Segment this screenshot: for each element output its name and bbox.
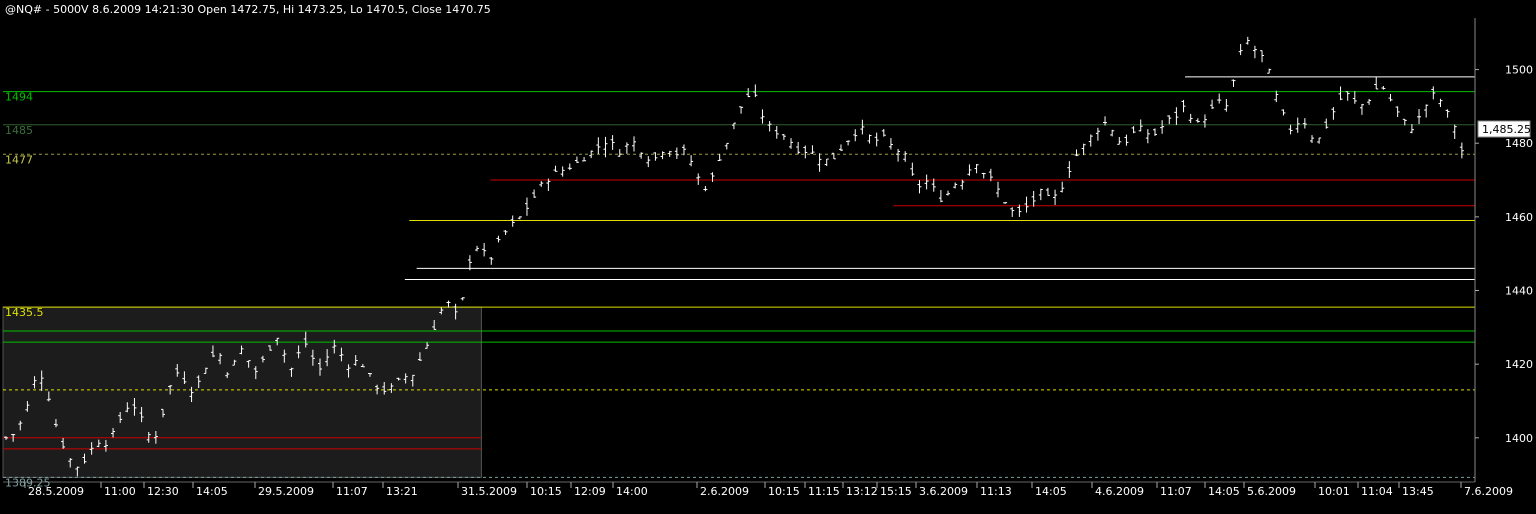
y-tick-label: 1400: [1505, 432, 1533, 445]
x-tick-label: 5.6.2009: [1247, 485, 1296, 498]
x-tick-label: 13:21: [386, 485, 418, 498]
x-tick-label: 3.6.2009: [919, 485, 968, 498]
x-tick-label: 4.6.2009: [1095, 485, 1144, 498]
x-tick-label: 11:04: [1361, 485, 1393, 498]
level-label: 1435.5: [5, 306, 44, 319]
y-tick-label: 1460: [1505, 211, 1533, 224]
x-tick-label: 14:00: [616, 485, 648, 498]
price-chart[interactable]: 140014201440146014801500 28.5.2009 11:00 1…: [0, 0, 1536, 514]
x-tick-label: 11:07: [336, 485, 368, 498]
x-tick-label: 13:12: [846, 485, 878, 498]
y-tick-label: 1480: [1505, 137, 1533, 150]
x-tick-label: 12:09: [574, 485, 606, 498]
x-tick-label: 10:15: [530, 485, 562, 498]
chart-title: @NQ# - 5000V 8.6.2009 14:21:30 Open 1472…: [5, 3, 491, 16]
level-label: 1389.25: [5, 476, 51, 489]
y-tick-label: 1500: [1505, 64, 1533, 77]
y-tick-label: 1440: [1505, 285, 1533, 298]
x-tick-label: 15:15: [880, 485, 912, 498]
x-tick-label: 10:15: [768, 485, 800, 498]
x-tick-label: 12:30: [147, 485, 179, 498]
x-tick-label: 29.5.2009: [258, 485, 314, 498]
last-price-label: 1,485.25: [1482, 123, 1531, 136]
level-label: 1485: [5, 124, 33, 137]
level-label: 1494: [5, 91, 33, 104]
last-price-marker: 1,485.25: [1477, 120, 1531, 138]
x-tick-label: 2.6.2009: [700, 485, 749, 498]
x-tick-label: 10:01: [1318, 485, 1350, 498]
x-tick-label: 14:05: [196, 485, 228, 498]
y-tick-label: 1420: [1505, 358, 1533, 371]
x-tick-label: 31.5.2009: [461, 485, 517, 498]
x-tick-label: 13:45: [1402, 485, 1434, 498]
x-tick-label: 11:15: [808, 485, 840, 498]
x-tick-label: 14:05: [1208, 485, 1240, 498]
x-tick-label: 11:07: [1160, 485, 1192, 498]
x-tick-label: 11:13: [980, 485, 1012, 498]
x-tick-label: 11:00: [104, 485, 136, 498]
x-tick-label: 7.6.2009: [1464, 485, 1513, 498]
level-label: 1477: [5, 153, 33, 166]
x-tick-label: 14:05: [1035, 485, 1067, 498]
range-box: [2, 306, 482, 478]
